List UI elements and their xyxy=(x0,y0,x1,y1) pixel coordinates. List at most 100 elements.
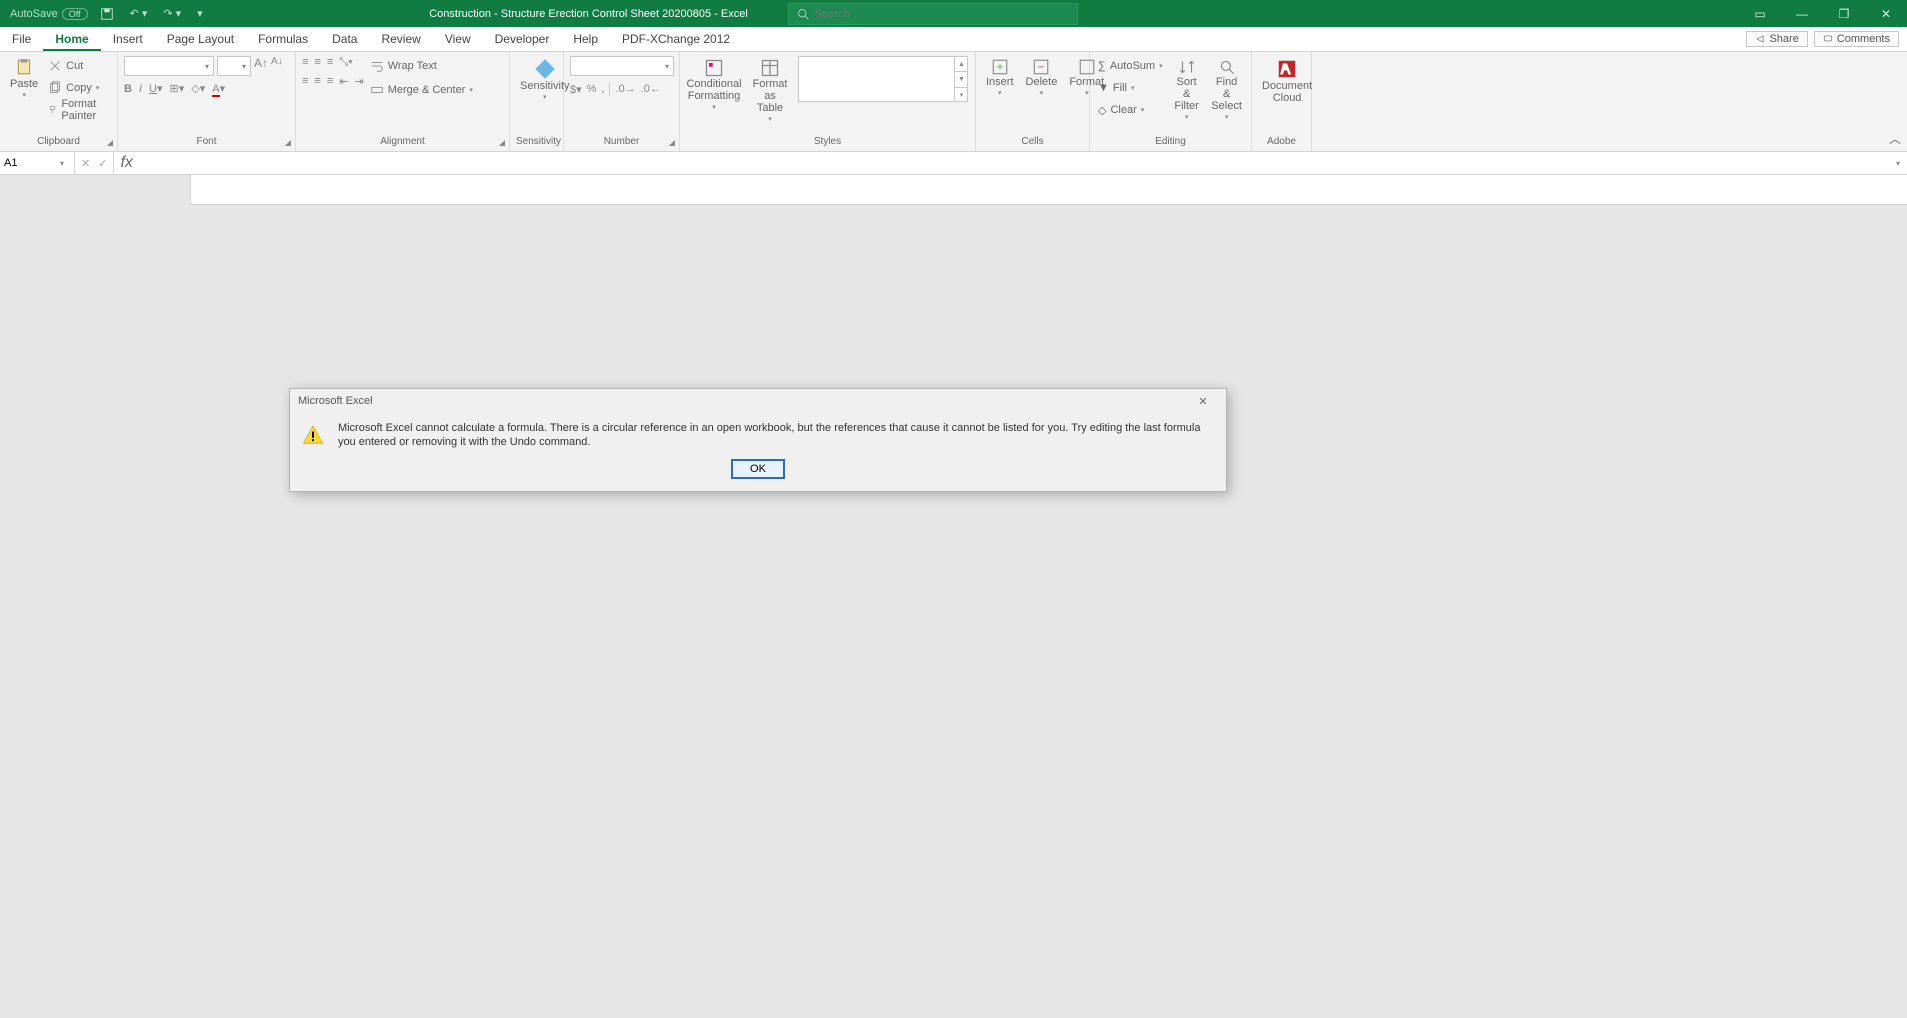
clipboard-launcher[interactable]: ◢ xyxy=(107,136,113,150)
decrease-decimal-button[interactable]: .0← xyxy=(641,83,661,95)
fill-icon: ▼ xyxy=(1098,82,1109,94)
decrease-font-icon[interactable]: A↓ xyxy=(271,56,283,76)
conditional-formatting-button[interactable]: Conditional Formatting ▾ xyxy=(686,56,742,116)
comments-label: Comments xyxy=(1837,33,1890,45)
copy-icon xyxy=(48,81,62,95)
autosum-button[interactable]: ∑AutoSum▾ xyxy=(1096,56,1165,76)
copy-button[interactable]: Copy ▾ xyxy=(46,78,111,98)
cancel-formula-icon[interactable]: ✕ xyxy=(81,157,90,170)
fx-icon[interactable]: fx xyxy=(114,152,138,174)
find-select-button[interactable]: Find & Select▾ xyxy=(1209,56,1245,126)
font-size-select[interactable]: ▾ xyxy=(217,56,251,76)
align-middle-icon[interactable]: ≡ xyxy=(314,56,320,69)
collapse-ribbon-button[interactable]: ︿ xyxy=(1889,130,1901,147)
expand-formula-bar-icon[interactable]: ▾ xyxy=(1889,152,1907,174)
sort-icon xyxy=(1178,58,1196,76)
align-left-icon[interactable]: ≡ xyxy=(302,75,308,88)
merge-center-button[interactable]: Merge & Center ▾ xyxy=(368,80,475,100)
font-name-input[interactable] xyxy=(125,60,201,72)
underline-button[interactable]: U▾ xyxy=(149,82,162,95)
tab-data[interactable]: Data xyxy=(320,28,369,51)
alignment-launcher[interactable]: ◢ xyxy=(499,136,505,150)
font-name-select[interactable]: ▾ xyxy=(124,56,214,76)
tab-home[interactable]: Home xyxy=(43,28,100,51)
tab-insert[interactable]: Insert xyxy=(101,28,155,51)
name-box-input[interactable] xyxy=(0,157,55,169)
adobe-label: Document Cloud xyxy=(1262,80,1312,104)
enter-formula-icon[interactable]: ✓ xyxy=(98,157,107,170)
format-as-table-button[interactable]: Format as Table ▾ xyxy=(746,56,794,128)
orientation-icon[interactable]: ⤡▾ xyxy=(339,56,352,69)
tab-help[interactable]: Help xyxy=(561,28,610,51)
increase-font-icon[interactable]: A↑ xyxy=(254,56,268,76)
save-icon[interactable] xyxy=(96,5,118,23)
minimize-button[interactable]: ― xyxy=(1781,0,1823,27)
comma-format-button[interactable]: , xyxy=(601,83,604,95)
delete-cells-button[interactable]: − Delete▾ xyxy=(1022,56,1062,102)
delete-icon: − xyxy=(1032,58,1050,76)
comments-button[interactable]: Comments xyxy=(1814,31,1899,47)
decrease-indent-icon[interactable]: ⇤ xyxy=(339,75,348,88)
accounting-format-button[interactable]: $▾ xyxy=(570,83,582,96)
name-box[interactable]: ▾ xyxy=(0,152,75,174)
cell-styles-gallery[interactable]: ▲▼▾ xyxy=(798,56,968,102)
wrap-text-button[interactable]: Wrap Text xyxy=(368,56,475,76)
clear-button[interactable]: ◇Clear▾ xyxy=(1096,100,1165,120)
font-size-input[interactable] xyxy=(218,60,238,72)
tab-pdfxchange[interactable]: PDF-XChange 2012 xyxy=(610,28,742,51)
cut-button[interactable]: Cut xyxy=(46,56,111,76)
gallery-down-icon[interactable]: ▼ xyxy=(955,71,968,86)
sort-filter-button[interactable]: Sort & Filter▾ xyxy=(1169,56,1205,126)
gallery-up-icon[interactable]: ▲ xyxy=(955,56,968,71)
fill-color-button[interactable]: ◇▾ xyxy=(191,82,205,95)
tab-formulas[interactable]: Formulas xyxy=(246,28,320,51)
ribbon-display-options[interactable]: ▭ xyxy=(1739,0,1781,27)
bold-button[interactable]: B xyxy=(124,83,132,95)
tab-file[interactable]: File xyxy=(0,28,43,51)
share-button[interactable]: Share xyxy=(1746,31,1807,47)
align-center-icon[interactable]: ≡ xyxy=(314,75,320,88)
align-bottom-icon[interactable]: ≡ xyxy=(327,56,333,69)
font-color-button[interactable]: A▾ xyxy=(212,82,225,95)
borders-button[interactable]: ⊞▾ xyxy=(170,82,185,95)
fill-button[interactable]: ▼Fill▾ xyxy=(1096,78,1165,98)
increase-decimal-button[interactable]: .0→ xyxy=(615,83,635,95)
search-box[interactable] xyxy=(788,3,1078,25)
autosave-toggle[interactable]: AutoSave Off xyxy=(10,8,88,20)
close-button[interactable]: ✕ xyxy=(1865,0,1907,27)
document-cloud-button[interactable]: Document Cloud xyxy=(1258,56,1316,106)
tab-review[interactable]: Review xyxy=(369,28,432,51)
italic-button[interactable]: I xyxy=(139,83,142,95)
gallery-more-icon[interactable]: ▾ xyxy=(955,87,968,102)
dialog-close-button[interactable]: ✕ xyxy=(1188,395,1218,408)
percent-format-button[interactable]: % xyxy=(587,83,597,95)
tab-developer[interactable]: Developer xyxy=(483,28,562,51)
undo-button[interactable]: ↶ ▾ xyxy=(126,5,152,22)
dialog-title: Microsoft Excel xyxy=(298,395,373,407)
wrap-icon xyxy=(370,59,384,73)
sigma-icon: ∑ xyxy=(1098,60,1106,72)
formula-bar-input[interactable] xyxy=(139,152,1889,174)
number-format-input[interactable] xyxy=(571,60,661,72)
number-group-label: Number xyxy=(604,136,640,147)
name-box-dropdown-icon[interactable]: ▾ xyxy=(55,159,69,168)
qat-customize[interactable]: ▾ xyxy=(193,5,207,22)
number-format-select[interactable]: ▾ xyxy=(570,56,674,76)
tab-view[interactable]: View xyxy=(433,28,483,51)
insert-cells-button[interactable]: + Insert▾ xyxy=(982,56,1018,102)
redo-button[interactable]: ↷ ▾ xyxy=(159,5,185,22)
tab-page-layout[interactable]: Page Layout xyxy=(155,28,246,51)
dialog-ok-button[interactable]: OK xyxy=(731,459,785,479)
worksheet-area[interactable] xyxy=(190,175,1907,205)
font-launcher[interactable]: ◢ xyxy=(285,136,291,150)
maximize-button[interactable]: ❐ xyxy=(1823,0,1865,27)
paste-button[interactable]: Paste▾ xyxy=(6,56,42,104)
align-right-icon[interactable]: ≡ xyxy=(327,75,333,88)
align-top-icon[interactable]: ≡ xyxy=(302,56,308,69)
format-painter-button[interactable]: Format Painter xyxy=(46,100,111,120)
search-input[interactable] xyxy=(815,8,1069,20)
number-launcher[interactable]: ◢ xyxy=(669,136,675,150)
increase-indent-icon[interactable]: ⇥ xyxy=(354,75,363,88)
clipboard-group-label: Clipboard xyxy=(37,136,80,147)
cells-group-label: Cells xyxy=(1021,136,1043,147)
